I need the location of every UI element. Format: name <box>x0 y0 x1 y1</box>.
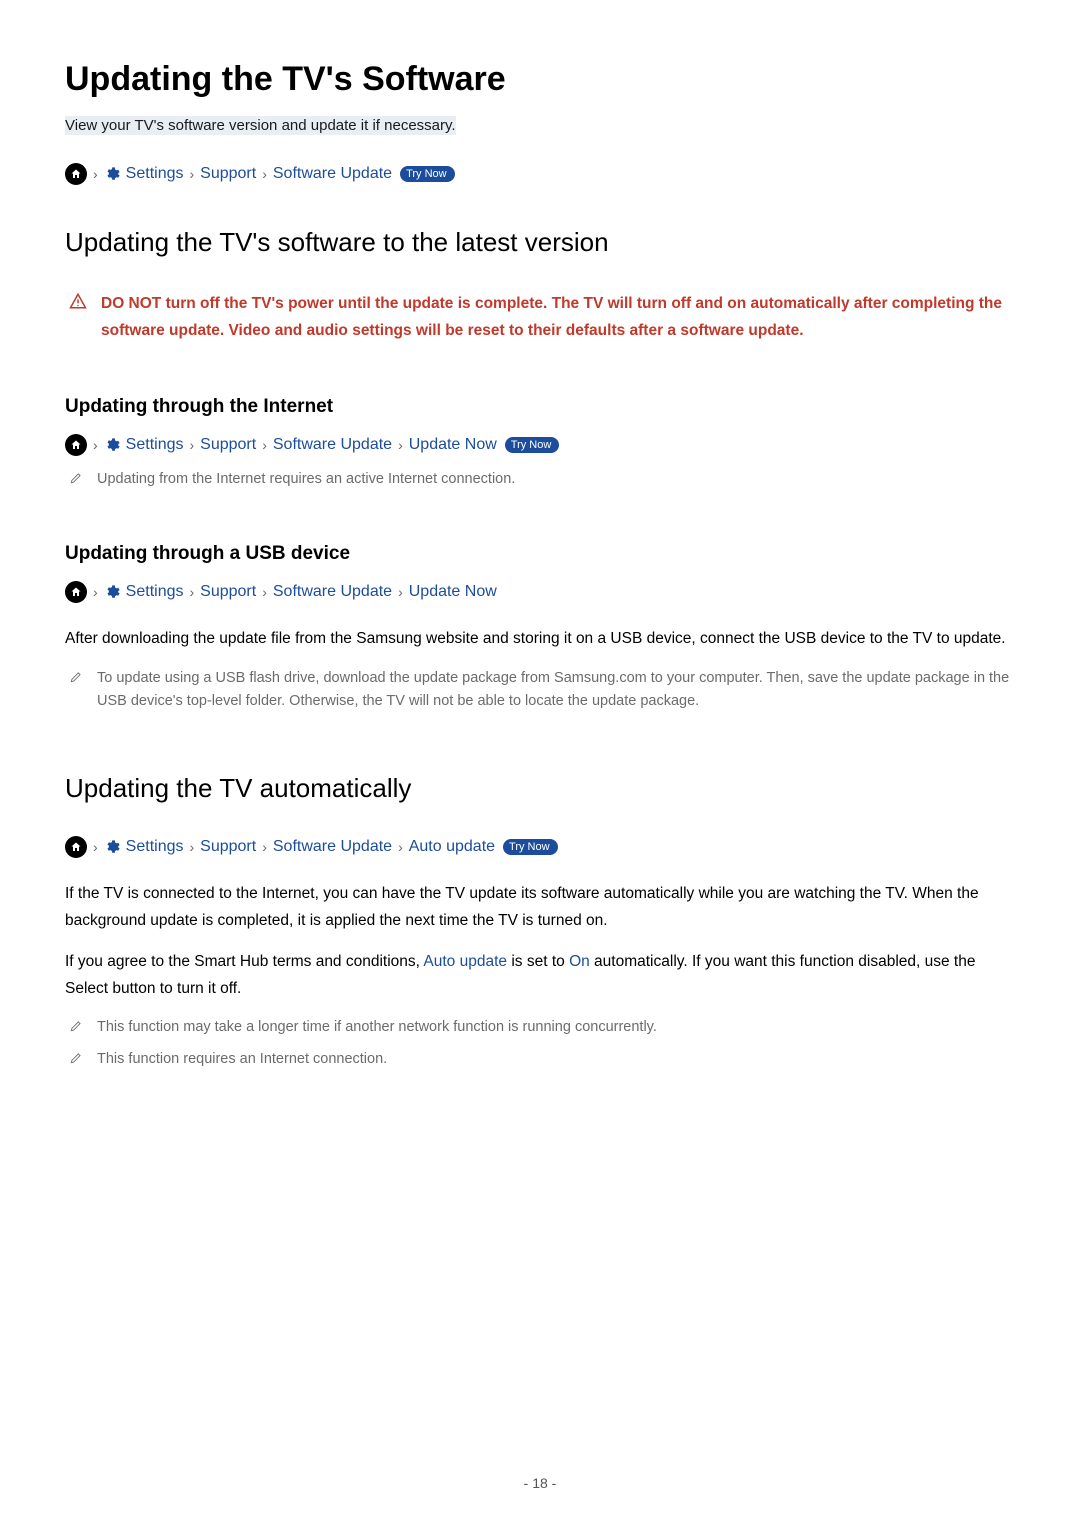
note-internet: Updating from the Internet requires an a… <box>65 468 1015 491</box>
chevron-icon: › <box>93 839 98 855</box>
breadcrumb-software-update[interactable]: Software Update <box>273 165 392 183</box>
chevron-icon: › <box>189 437 194 453</box>
subtitle-wrapper: View your TV's software version and upda… <box>65 117 1015 135</box>
usb-body: After downloading the update file from t… <box>65 625 1015 652</box>
text-segment: If you agree to the Smart Hub terms and … <box>65 953 423 970</box>
warning-block: DO NOT turn off the TV's power until the… <box>65 290 1015 344</box>
page-number: - 18 - <box>0 1475 1080 1491</box>
section-heading-auto: Updating the TV automatically <box>65 773 1015 804</box>
try-now-badge[interactable]: Try Now <box>505 437 560 453</box>
pencil-icon <box>69 1051 83 1065</box>
breadcrumb-support[interactable]: Support <box>200 436 256 454</box>
chevron-icon: › <box>398 839 403 855</box>
auto-body-2: If you agree to the Smart Hub terms and … <box>65 948 1015 1002</box>
home-icon <box>65 163 87 185</box>
note-auto-1: This function may take a longer time if … <box>65 1016 1015 1039</box>
breadcrumb-auto: › Settings › Support › Software Update ›… <box>65 836 1015 858</box>
breadcrumb-internet: › Settings › Support › Software Update ›… <box>65 434 1015 456</box>
try-now-badge[interactable]: Try Now <box>503 839 558 855</box>
note-auto-2: This function requires an Internet conne… <box>65 1048 1015 1071</box>
note-text: This function requires an Internet conne… <box>97 1048 387 1071</box>
warning-icon <box>69 292 87 310</box>
chevron-icon: › <box>262 584 267 600</box>
breadcrumb-settings[interactable]: Settings <box>126 165 184 183</box>
note-usb: To update using a USB flash drive, downl… <box>65 667 1015 713</box>
pencil-icon <box>69 471 83 485</box>
chevron-icon: › <box>93 584 98 600</box>
breadcrumb-auto-update[interactable]: Auto update <box>409 838 495 856</box>
home-icon <box>65 581 87 603</box>
chevron-icon: › <box>398 437 403 453</box>
breadcrumb-software-update[interactable]: Software Update <box>273 838 392 856</box>
breadcrumb-support[interactable]: Support <box>200 165 256 183</box>
page-title: Updating the TV's Software <box>65 60 1015 99</box>
breadcrumb-update-now[interactable]: Update Now <box>409 436 497 454</box>
pencil-icon <box>69 670 83 684</box>
chevron-icon: › <box>262 437 267 453</box>
gear-icon <box>104 839 120 855</box>
chevron-icon: › <box>262 839 267 855</box>
breadcrumb-software-update[interactable]: Software Update <box>273 583 392 601</box>
note-text: To update using a USB flash drive, downl… <box>97 667 1015 713</box>
breadcrumb-support[interactable]: Support <box>200 838 256 856</box>
chevron-icon: › <box>189 584 194 600</box>
note-text: This function may take a longer time if … <box>97 1016 657 1039</box>
chevron-icon: › <box>262 166 267 182</box>
chevron-icon: › <box>398 584 403 600</box>
breadcrumb-settings[interactable]: Settings <box>126 838 184 856</box>
home-icon <box>65 836 87 858</box>
inline-link-on: On <box>569 953 590 970</box>
warning-text: DO NOT turn off the TV's power until the… <box>101 290 1015 344</box>
breadcrumb-support[interactable]: Support <box>200 583 256 601</box>
breadcrumb-settings[interactable]: Settings <box>126 436 184 454</box>
chevron-icon: › <box>189 839 194 855</box>
home-icon <box>65 434 87 456</box>
chevron-icon: › <box>189 166 194 182</box>
breadcrumb-usb: › Settings › Support › Software Update ›… <box>65 581 1015 603</box>
subsection-usb: Updating through a USB device <box>65 543 1015 565</box>
note-text: Updating from the Internet requires an a… <box>97 468 515 491</box>
gear-icon <box>104 584 120 600</box>
chevron-icon: › <box>93 437 98 453</box>
text-segment: is set to <box>507 953 569 970</box>
breadcrumb-update-now[interactable]: Update Now <box>409 583 497 601</box>
breadcrumb-settings[interactable]: Settings <box>126 583 184 601</box>
gear-icon <box>104 166 120 182</box>
page-subtitle: View your TV's software version and upda… <box>65 116 456 135</box>
breadcrumb-main: › Settings › Support › Software Update T… <box>65 163 1015 185</box>
inline-link-auto-update: Auto update <box>423 953 507 970</box>
section-heading-latest: Updating the TV's software to the latest… <box>65 227 1015 258</box>
try-now-badge[interactable]: Try Now <box>400 166 455 182</box>
subsection-internet: Updating through the Internet <box>65 396 1015 418</box>
gear-icon <box>104 437 120 453</box>
breadcrumb-software-update[interactable]: Software Update <box>273 436 392 454</box>
auto-body-1: If the TV is connected to the Internet, … <box>65 880 1015 934</box>
chevron-icon: › <box>93 166 98 182</box>
pencil-icon <box>69 1019 83 1033</box>
